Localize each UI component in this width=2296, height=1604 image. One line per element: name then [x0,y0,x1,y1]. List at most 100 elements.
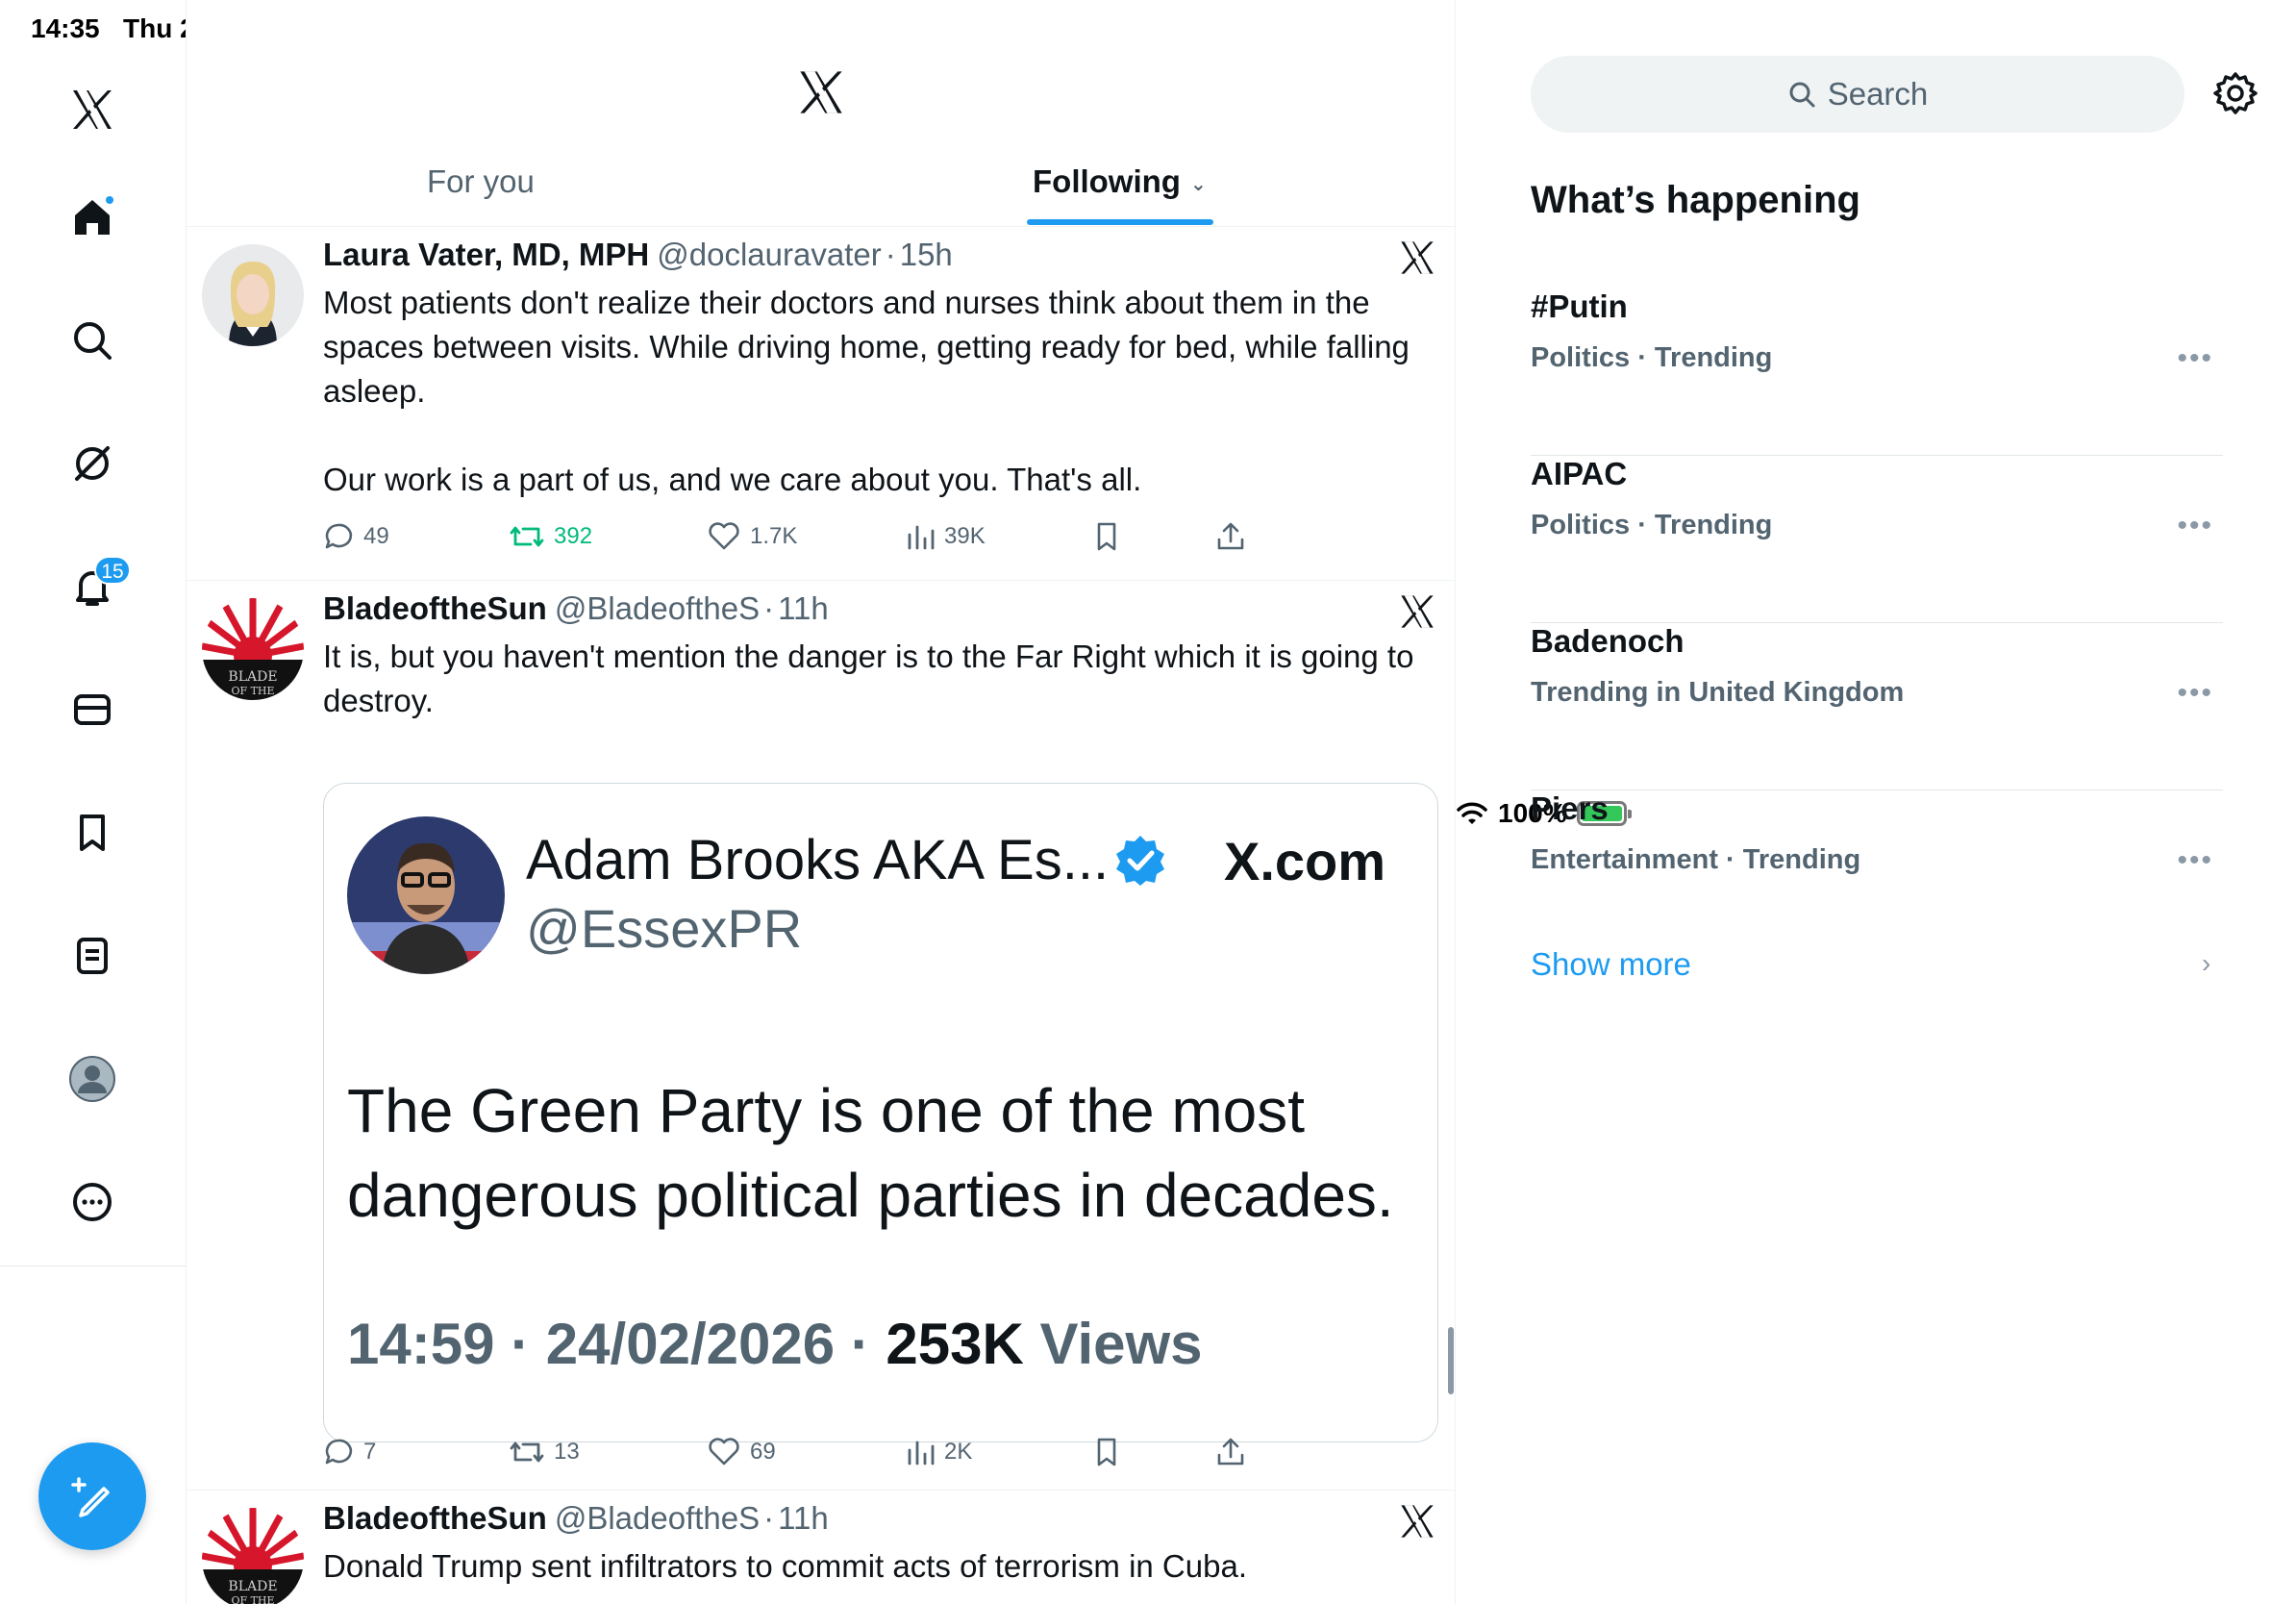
embed-views-count: 253K [886,1312,1024,1376]
tweet-text: Most patients don't realize their doctor… [323,285,1410,497]
tab-label: For you [427,163,535,199]
trend-item[interactable]: AIPAC Politics · Trending ••• [1531,456,2223,623]
avatar[interactable] [202,244,304,346]
repost-button[interactable]: 13 [510,1437,580,1467]
tab-for-you[interactable]: For you [427,163,535,200]
embedded-post-image[interactable]: Adam Brooks AKA Es... X.com @EssexPR The… [323,783,1438,1442]
heart-icon [709,1438,739,1466]
like-button[interactable]: 1.7K [708,521,797,552]
separator: · [850,1312,886,1376]
author-name[interactable]: Laura Vater, MD, MPH [323,237,649,272]
verified-badge-icon [1116,836,1164,886]
repost-count: 13 [554,1439,580,1465]
repost-count: 392 [554,523,593,549]
author-name[interactable]: BladeoftheSun [323,590,547,626]
show-more-link[interactable]: Show more [1531,946,1691,983]
views-button[interactable]: 39K [906,521,986,552]
reply-button[interactable]: 49 [323,521,389,552]
tweet-header: BladeoftheSun @BladeoftheS · 11h [323,1500,829,1537]
x-logo-icon[interactable] [62,79,123,140]
active-tab-indicator [1027,219,1213,225]
reply-icon [325,1439,353,1465]
tweet[interactable]: BLADE OF THE BladeoftheSun @BladeoftheS · 11… [187,1491,1455,1604]
share-icon [1217,1438,1244,1466]
more-options-icon[interactable] [62,1171,123,1233]
author-handle[interactable]: @doclauravater [657,237,881,272]
trend-meta: Politics · Trending [1531,342,1773,373]
views-count: 2K [944,1439,973,1465]
tweet-header: BladeoftheSun @BladeoftheS · 11h [323,590,829,627]
trend-meta: Trending in United Kingdom [1531,677,1905,708]
heart-icon [709,522,739,550]
reply-button[interactable]: 7 [323,1437,376,1467]
embed-author-handle: @EssexPR [526,898,803,959]
views-icon [908,1441,935,1466]
avatar[interactable]: BLADE OF THE [202,1508,304,1604]
trend-item[interactable]: #Putin Politics · Trending ••• [1531,288,2223,456]
svg-text:BLADE: BLADE [228,669,277,685]
scrollbar-thumb[interactable] [1448,1327,1454,1394]
more-options-icon[interactable]: ••• [2177,342,2213,375]
author-handle[interactable]: @BladeoftheS [555,590,760,626]
reply-count: 49 [363,523,389,549]
separator: · [885,237,896,272]
chevron-down-icon[interactable]: ⌄ [1190,174,1207,195]
share-button[interactable] [1215,1437,1246,1467]
gear-icon[interactable] [2213,71,2258,115]
bookmark-button[interactable] [1092,1437,1121,1467]
x-logo-icon [1401,241,1434,274]
profile-avatar-icon[interactable] [62,1048,123,1110]
trend-name: AIPAC [1531,456,1628,491]
embed-avatar [347,816,505,974]
views-button[interactable]: 2K [906,1437,972,1467]
avatar[interactable]: BLADE OF THE [202,598,304,700]
tweet-time: 11h [778,590,829,626]
share-button[interactable] [1215,521,1246,552]
compose-button[interactable] [38,1442,146,1550]
views-count: 39K [944,523,986,549]
more-options-icon[interactable]: ••• [2177,844,2213,877]
more-options-icon[interactable]: ••• [2177,510,2213,542]
trend-item[interactable]: Badenoch Trending in United Kingdom ••• [1531,623,2223,790]
search-icon [1789,82,1815,108]
svg-text:OF THE: OF THE [231,685,274,697]
unread-dot [104,194,115,206]
bookmark-button[interactable] [1092,521,1121,552]
lists-icon[interactable] [62,925,123,987]
author-name[interactable]: BladeoftheSun [323,1500,547,1536]
separator: · [511,1312,546,1376]
tweet[interactable]: BLADE OF THE BladeoftheSun @BladeoftheS · 11… [187,581,1455,1491]
right-sidebar: Search What’s happening #Putin Politics … [1456,0,2296,1604]
tab-label: Following [1033,163,1181,199]
more-options-icon[interactable]: ••• [2177,677,2213,710]
left-rail: 15 [0,0,187,1604]
home-icon[interactable] [62,187,123,248]
whats-happening-title: What’s happening [1531,179,1860,221]
grok-icon[interactable] [62,433,123,494]
trend-name: #Putin [1531,288,1628,324]
tab-following[interactable]: Following ⌄ [1033,163,1207,200]
notifications-icon[interactable]: 15 [62,556,131,617]
search-icon[interactable] [62,310,123,371]
timeline-header: For you Following ⌄ [187,0,1455,227]
trend-item[interactable]: Piers Entertainment · Trending ••• [1531,790,2223,958]
like-button[interactable]: 69 [708,1437,776,1467]
embed-site-label: X.com [1224,831,1386,891]
tweet-header: Laura Vater, MD, MPH @doclauravater · 15h [323,237,953,273]
separator: · [763,1500,775,1536]
repost-button[interactable]: 392 [510,521,592,552]
search-placeholder: Search [1827,76,1929,112]
tweet[interactable]: Laura Vater, MD, MPH @doclauravater · 15h M… [187,227,1455,581]
tweet-actions: 7 13 69 2K [323,1437,1419,1475]
tweet-text: Donald Trump sent infiltrators to commit… [323,1548,1247,1584]
chevron-right-icon[interactable]: › [2202,948,2210,979]
bookmarks-icon[interactable] [62,802,123,864]
search-input[interactable]: Search [1531,56,2184,133]
embed-time: 14:59 [347,1312,495,1376]
messages-icon[interactable] [62,679,123,740]
author-handle[interactable]: @BladeoftheS [555,1500,760,1536]
embed-meta: 14:59 · 24/02/2026 · 253K Views [347,1311,1203,1377]
tweet-time: 11h [778,1500,829,1536]
bookmark-icon [1097,1438,1116,1466]
like-count: 69 [750,1439,776,1465]
